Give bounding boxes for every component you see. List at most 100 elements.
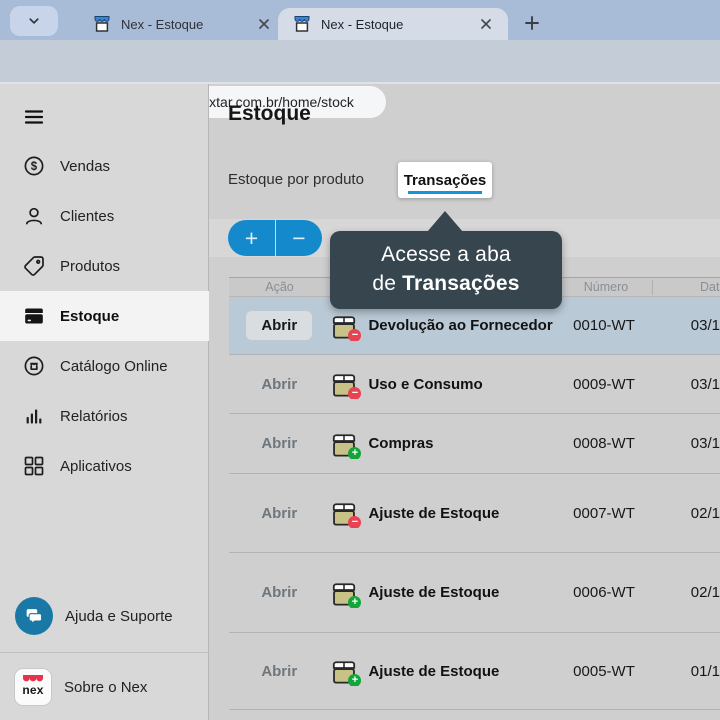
hamburger-icon	[24, 110, 44, 124]
tab-transacoes[interactable]: Transações	[398, 162, 492, 198]
person-icon	[22, 204, 46, 228]
transaction-type: Devolução ao Fornecedor	[368, 317, 553, 334]
action-cell: Abrir	[229, 311, 329, 340]
transaction-date: 01/1	[690, 662, 720, 680]
tooltip-line2: de Transações	[372, 272, 520, 295]
new-tab-button[interactable]	[518, 9, 546, 37]
package-box-icon: −	[329, 498, 362, 528]
sidebar-item-cat-logo-online[interactable]: Catálogo Online	[0, 341, 209, 391]
sidebar-divider	[0, 652, 209, 653]
svg-text:$: $	[31, 161, 38, 173]
box-icon	[22, 304, 46, 328]
tab-close-icon[interactable]	[256, 16, 272, 32]
open-button[interactable]: Abrir	[261, 505, 297, 522]
table-row[interactable]: Abrir + Ajuste de Estoque 0006-WT 02/1	[229, 553, 720, 633]
chat-icon	[15, 597, 53, 635]
transaction-type: Ajuste de Estoque	[368, 662, 500, 680]
sidebar-item-help[interactable]: Ajuda e Suporte	[0, 591, 209, 641]
tooltip-line1: Acesse a aba	[381, 243, 511, 266]
transaction-type: Ajuste de Estoque	[368, 584, 500, 601]
sidebar-item-label: Clientes	[60, 207, 115, 225]
package-box-icon: −	[329, 369, 362, 399]
open-button[interactable]: Abrir	[261, 435, 297, 452]
transaction-number: 0008-WT	[573, 435, 635, 452]
type-cell: + Compras	[329, 429, 558, 459]
transaction-date: 03/1	[690, 375, 720, 393]
transaction-number: 0005-WT	[573, 662, 635, 680]
coachmark-tooltip: Acesse a aba de Transações	[330, 211, 562, 309]
tab-close-icon[interactable]	[478, 16, 494, 32]
main-content: Estoque Estoque por produto Transações +…	[209, 84, 720, 720]
tab-search-button[interactable]	[10, 6, 58, 36]
type-cell: − Uso e Consumo	[329, 369, 558, 399]
grid-icon	[22, 454, 46, 478]
sidebar-item-relat-rios[interactable]: Relatórios	[0, 391, 209, 441]
sidebar-item-label: Sobre o Nex	[64, 678, 148, 696]
sidebar-item-label: Relatórios	[60, 407, 128, 425]
table-row[interactable]: Abrir + Ajuste de Estoque 0005-WT 01/1	[229, 633, 720, 710]
sidebar-item-label: Estoque	[60, 307, 120, 325]
transaction-date: 03/1	[690, 435, 720, 452]
transaction-type: Uso e Consumo	[368, 375, 483, 393]
tab-strip: Nex - Estoque Nex - Estoque	[0, 0, 720, 40]
bar-chart-icon	[22, 404, 46, 428]
nex-favicon-icon	[92, 14, 112, 34]
sidebar-item-produtos[interactable]: Produtos	[0, 241, 209, 291]
plus-badge-icon: +	[348, 446, 362, 459]
type-cell: − Devolução ao Fornecedor	[329, 311, 558, 341]
minus-badge-icon: −	[348, 328, 362, 341]
tab-estoque-por-produto[interactable]: Estoque por produto	[228, 171, 364, 188]
column-header-acao[interactable]: Ação	[229, 280, 330, 294]
type-cell: + Ajuste de Estoque	[329, 656, 558, 686]
action-cell: Abrir	[229, 584, 329, 601]
transaction-number: 0006-WT	[573, 584, 635, 601]
tab-title: Nex - Estoque	[321, 16, 404, 32]
sidebar-item-clientes[interactable]: Clientes	[0, 191, 209, 241]
remove-transaction-button[interactable]: −	[275, 220, 322, 256]
sidebar-item-vendas[interactable]: $ Vendas	[0, 141, 209, 191]
transaction-date: 02/1	[690, 504, 720, 522]
nex-logo: nex	[14, 668, 52, 706]
minus-badge-icon: −	[348, 387, 362, 399]
open-button[interactable]: Abrir	[246, 311, 313, 340]
active-tab-underline	[408, 191, 482, 194]
page-title: Estoque	[228, 102, 311, 125]
open-button[interactable]: Abrir	[261, 376, 297, 393]
package-box-icon: +	[329, 429, 362, 459]
nex-favicon-icon	[292, 14, 312, 34]
transactions-table: Abrir − Devolução ao Fornecedor 0010-WT …	[229, 297, 720, 710]
nex-logo-text: nex	[22, 683, 44, 697]
open-button[interactable]: Abrir	[261, 663, 297, 680]
plus-icon	[525, 16, 539, 30]
column-header-data[interactable]: Dat	[653, 280, 720, 294]
transaction-number: 0010-WT	[573, 317, 635, 334]
tab-label: Transações	[403, 171, 487, 189]
browser-tab-active[interactable]: Nex - Estoque	[278, 8, 508, 40]
sidebar-item-label: Produtos	[60, 257, 121, 275]
package-box-icon: −	[329, 311, 362, 341]
chevron-down-icon	[29, 18, 39, 24]
storefront-circle-icon	[22, 354, 46, 378]
sidebar-item-label: Aplicativos	[60, 457, 132, 475]
sidebar-item-aplicativos[interactable]: Aplicativos	[0, 441, 209, 491]
sidebar-item-label: Vendas	[60, 157, 111, 175]
table-row[interactable]: Abrir − Uso e Consumo 0009-WT 03/1	[229, 355, 720, 414]
menu-toggle-button[interactable]	[22, 105, 46, 129]
tooltip-arrow	[427, 211, 463, 232]
table-row[interactable]: Abrir + Compras 0008-WT 03/1	[229, 414, 720, 474]
sidebar-item-label: Ajuda e Suporte	[65, 607, 173, 625]
sidebar-item-estoque[interactable]: Estoque	[0, 291, 209, 341]
minus-badge-icon: −	[348, 516, 362, 528]
open-button[interactable]: Abrir	[261, 584, 297, 601]
sidebar-nav: $ Vendas Clientes Produtos Estoque Catálogo O…	[0, 141, 209, 491]
column-header-numero[interactable]: Número	[560, 280, 652, 294]
add-transaction-button[interactable]: +	[228, 220, 275, 256]
sidebar-item-about[interactable]: nex Sobre o Nex	[0, 661, 209, 713]
browser-toolbar: web.nextar.com.br/home/stock	[0, 40, 720, 118]
action-cell: Abrir	[229, 505, 329, 522]
browser-tab-inactive[interactable]: Nex - Estoque	[92, 8, 272, 40]
transaction-buttons: + −	[228, 220, 322, 256]
browser-window: Nex - Estoque Nex - Estoque web.nextar.c…	[0, 0, 720, 720]
table-row[interactable]: Abrir − Ajuste de Estoque 0007-WT 02/1	[229, 474, 720, 553]
transaction-type: Compras	[368, 435, 434, 452]
